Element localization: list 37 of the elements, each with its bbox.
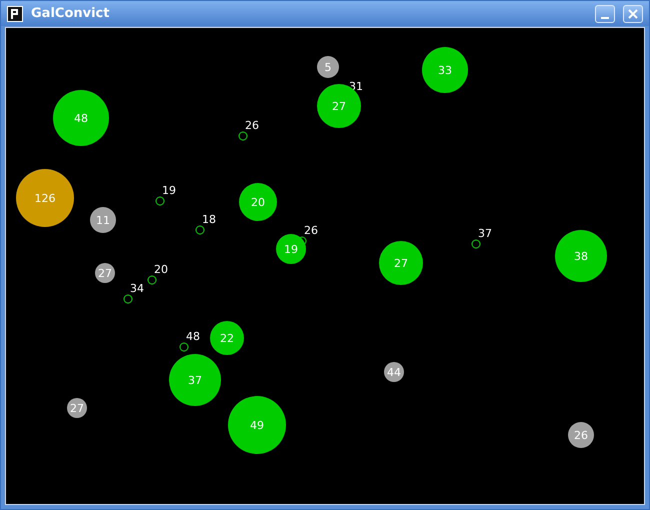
window-title: GalConvict (31, 6, 110, 21)
fleet-count: 18 (202, 214, 216, 225)
fleet-count: 19 (162, 185, 176, 196)
fleet-count: 26 (304, 225, 318, 236)
planet[interactable]: 33 (422, 47, 468, 93)
fleet-ring-icon (472, 240, 480, 248)
fleet-count: 34 (130, 283, 144, 294)
planet[interactable]: 27 (67, 398, 87, 418)
planet[interactable]: 19 (276, 234, 306, 264)
planet[interactable]: 22 (210, 321, 244, 355)
fleet-ring-icon (196, 226, 204, 234)
app-icon (7, 6, 23, 22)
planet[interactable]: 49 (228, 396, 286, 454)
planet[interactable]: 37 (169, 354, 221, 406)
fleet-ring-icon (180, 342, 188, 352)
fleet-ring-icon (156, 196, 164, 206)
fleet-ring-icon (238, 132, 248, 140)
planet[interactable]: 44 (384, 362, 404, 382)
fleet-ring-icon (148, 276, 156, 284)
planet[interactable]: 27 (95, 263, 115, 283)
fleet-count: 37 (478, 228, 492, 239)
planet[interactable]: 38 (555, 230, 607, 282)
minimize-icon (601, 16, 609, 18)
planet[interactable]: 11 (90, 207, 116, 233)
close-button[interactable] (623, 4, 643, 22)
close-icon (628, 8, 638, 18)
fleet-ring-icon (124, 294, 132, 304)
planet[interactable]: 126 (16, 169, 74, 227)
planet[interactable]: 26 (568, 422, 594, 448)
minimize-button[interactable] (595, 4, 615, 22)
fleet-count: 48 (186, 331, 200, 342)
planet[interactable]: 27 (379, 241, 423, 285)
planet[interactable]: 20 (239, 183, 277, 221)
planet[interactable]: 5 (317, 56, 339, 78)
fleet-count: 20 (154, 264, 168, 275)
fleet-count: 26 (245, 120, 259, 131)
planet[interactable]: 48 (53, 90, 109, 146)
